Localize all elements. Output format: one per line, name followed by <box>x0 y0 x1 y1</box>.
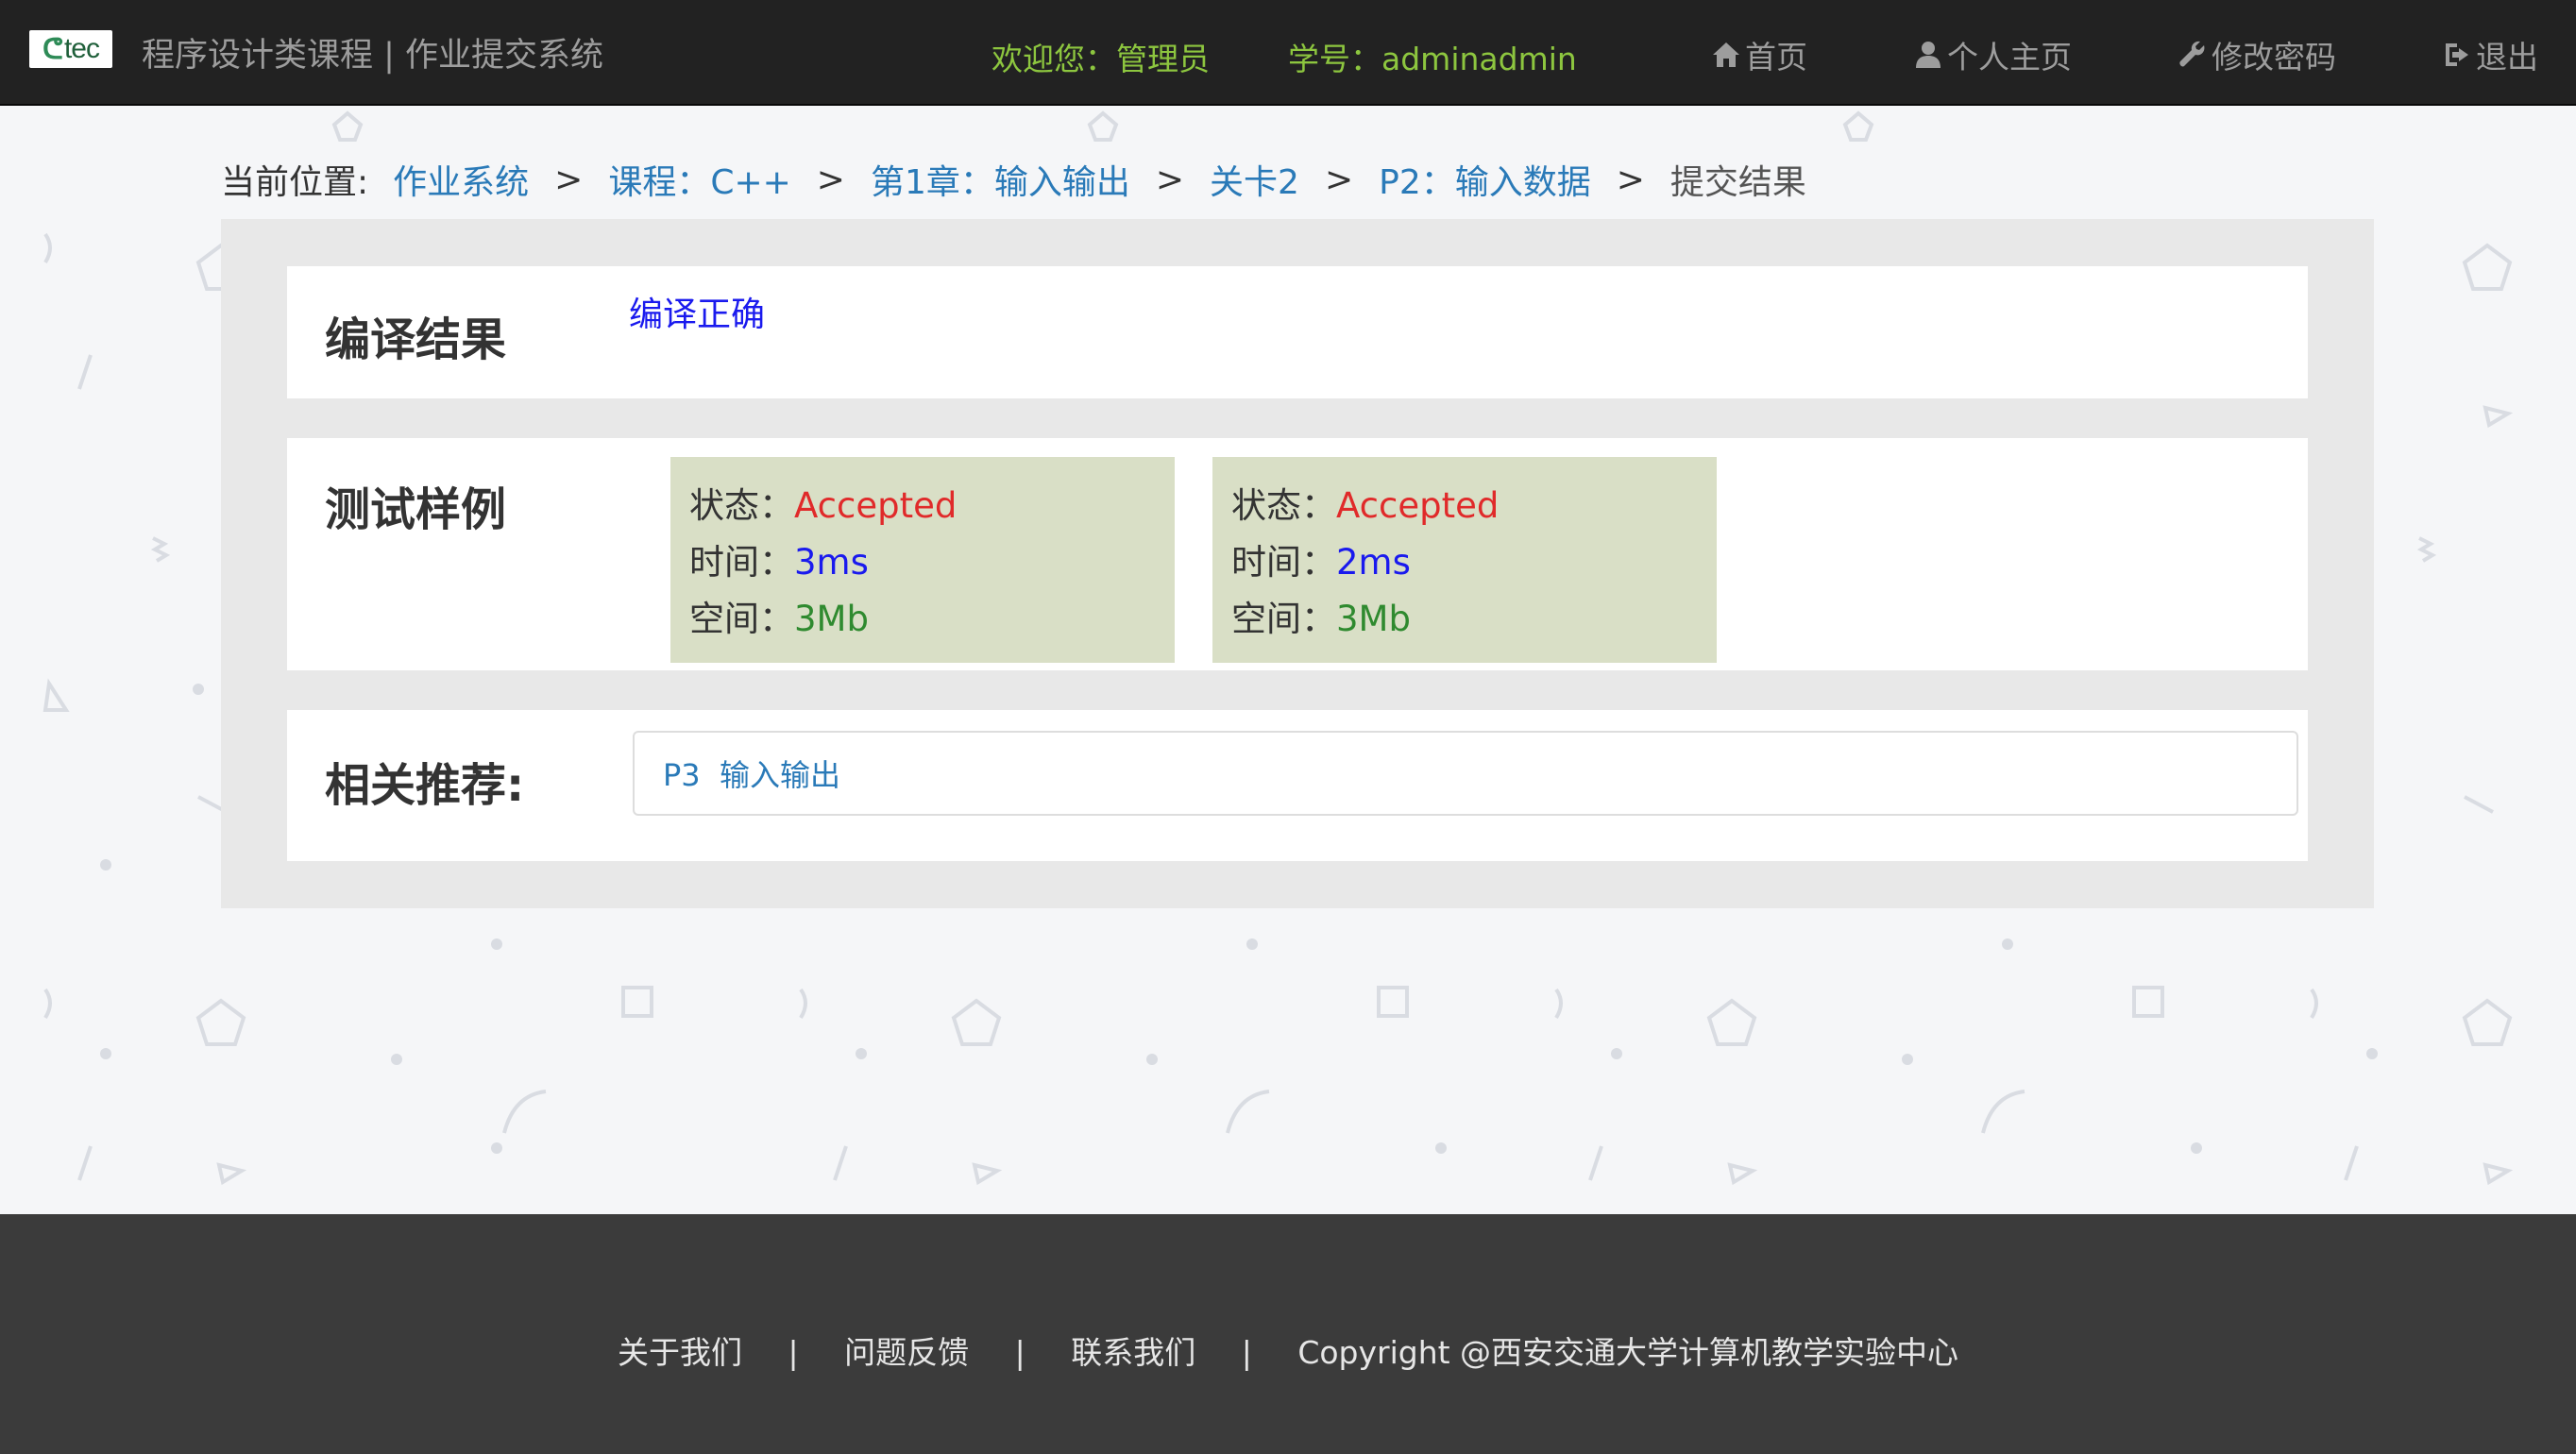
nav-home[interactable]: 首页 <box>1711 32 1807 77</box>
breadcrumb: 当前位置: 作业系统 > 课程：C++ > 第1章：输入输出 > 关卡2 > P… <box>221 155 1806 204</box>
breadcrumb-current: 提交结果 <box>1669 163 1806 202</box>
logo-leaf-icon: ᕦ <box>42 33 63 65</box>
case-status-row: 状态：Accepted <box>1231 485 1500 526</box>
case-status: Accepted <box>794 485 958 526</box>
case-time: 3ms <box>794 542 869 583</box>
breadcrumb-chapter[interactable]: 第1章：输入输出 <box>871 155 1130 204</box>
case-space: 3Mb <box>794 599 869 639</box>
footer-separator: | <box>1241 1334 1252 1371</box>
breadcrumb-level[interactable]: 关卡2 <box>1210 155 1299 204</box>
breadcrumb-separator: > <box>1155 160 1185 199</box>
compile-result-title: 编译结果 <box>325 313 507 366</box>
nav-logout[interactable]: 退出 <box>2442 32 2538 77</box>
case-space: 3Mb <box>1336 599 1411 639</box>
welcome-text: 欢迎您：管理员 <box>991 41 1210 77</box>
footer-separator: | <box>1014 1334 1025 1371</box>
case-status: Accepted <box>1336 485 1500 526</box>
test-cases-card: 测试样例 状态：Accepted 时间：3ms 空间：3Mb 状态：Accept… <box>287 438 2308 670</box>
case-time-row: 时间：3ms <box>689 542 869 583</box>
case-space-row: 空间：3Mb <box>689 599 869 639</box>
nav-profile[interactable]: 个人主页 <box>1913 32 2072 77</box>
case-space-row: 空间：3Mb <box>1231 599 1411 639</box>
recommend-card: 相关推荐: P3 输入输出 <box>287 710 2308 861</box>
footer-feedback-link[interactable]: 问题反馈 <box>844 1327 969 1373</box>
breadcrumb-separator: > <box>1616 160 1645 199</box>
compile-result-card: 编译结果 编译正确 <box>287 266 2308 398</box>
compile-result-text: 编译正确 <box>629 296 766 334</box>
footer-separator: | <box>788 1334 799 1371</box>
recommend-link[interactable]: P3 输入输出 <box>663 752 840 795</box>
breadcrumb-problem[interactable]: P2：输入数据 <box>1379 155 1591 204</box>
recommend-list: P3 输入输出 <box>633 731 2298 816</box>
top-navbar: ᕦ tec 程序设计类课程 | 作业提交系统 欢迎您：管理员 学号：adminad… <box>0 0 2576 106</box>
breadcrumb-label: 当前位置: <box>221 163 369 202</box>
footer-links: 关于我们 | 问题反馈 | 联系我们 | Copyright @西安交通大学计算… <box>0 1327 2576 1373</box>
student-id: 学号：adminadmin <box>1288 41 1577 77</box>
breadcrumb-homework-system[interactable]: 作业系统 <box>393 155 529 204</box>
user-icon <box>1916 42 1940 68</box>
test-cases-title: 测试样例 <box>325 483 507 536</box>
nav-change-password[interactable]: 修改密码 <box>2178 32 2336 77</box>
footer-copyright: Copyright @西安交通大学计算机教学实验中心 <box>1297 1334 1959 1371</box>
test-case-2: 状态：Accepted 时间：2ms 空间：3Mb <box>1212 457 1717 663</box>
breadcrumb-separator: > <box>816 160 845 199</box>
case-status-row: 状态：Accepted <box>689 485 958 526</box>
footer-about-link[interactable]: 关于我们 <box>618 1327 742 1373</box>
wrench-icon <box>2179 41 2205 67</box>
breadcrumb-course[interactable]: 课程：C++ <box>608 155 790 204</box>
home-icon <box>1713 42 1739 67</box>
site-logo[interactable]: ᕦ tec <box>29 30 112 68</box>
recommend-title: 相关推荐: <box>325 759 525 812</box>
logout-icon <box>2446 43 2468 66</box>
case-time-row: 时间：2ms <box>1231 542 1411 583</box>
result-panel: 编译结果 编译正确 测试样例 状态：Accepted 时间：3ms 空间：3Mb… <box>221 219 2374 908</box>
system-title: 程序设计类课程 | 作业提交系统 <box>142 37 604 75</box>
breadcrumb-separator: > <box>1324 160 1354 199</box>
footer-contact-link[interactable]: 联系我们 <box>1071 1327 1195 1373</box>
case-time: 2ms <box>1336 542 1411 583</box>
footer: 关于我们 | 问题反馈 | 联系我们 | Copyright @西安交通大学计算… <box>0 1214 2576 1454</box>
test-case-1: 状态：Accepted 时间：3ms 空间：3Mb <box>670 457 1175 663</box>
breadcrumb-separator: > <box>554 160 584 199</box>
